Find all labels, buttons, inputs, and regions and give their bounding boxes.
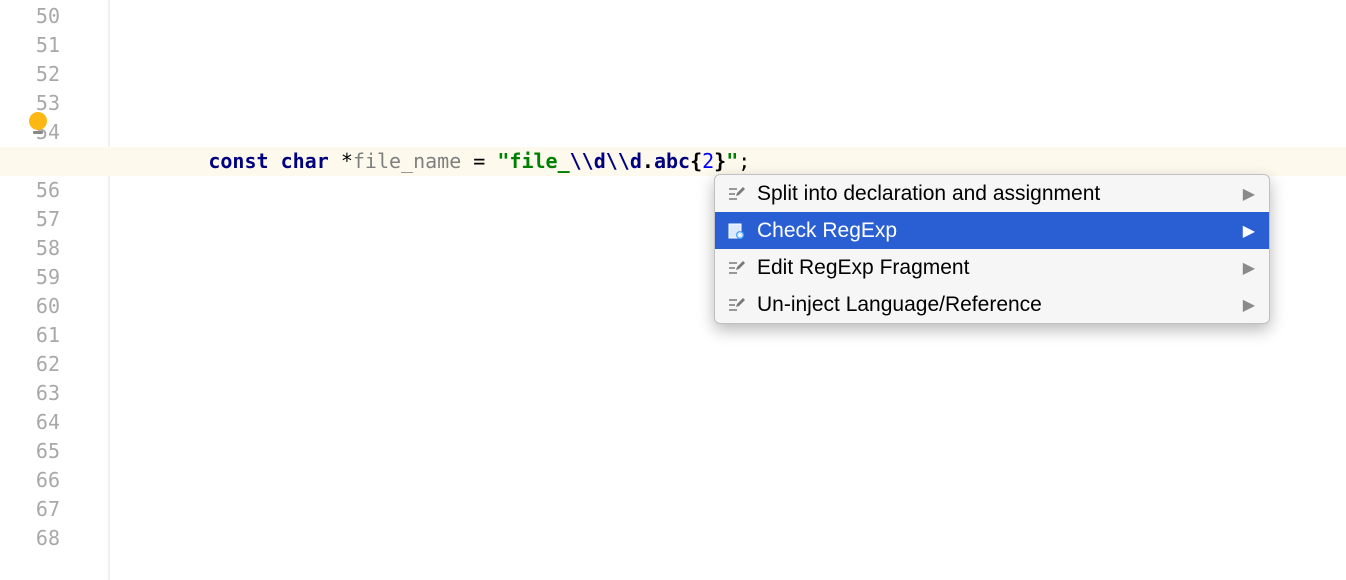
edit-pencil-icon [725,183,747,205]
intention-bulb-icon[interactable] [28,112,48,136]
semicolon: ; [738,149,750,173]
regexp-icon [725,220,747,242]
submenu-arrow-icon: ▶ [1243,295,1255,315]
menu-item-label: Edit RegExp Fragment [757,256,1235,280]
string-open-quote: " [497,149,509,173]
code-line[interactable] [82,60,1346,89]
submenu-arrow-icon: ▶ [1243,221,1255,241]
menu-item-edit-regexp-fragment[interactable]: Edit RegExp Fragment ▶ [715,249,1269,286]
intention-actions-popup: Split into declaration and assignment▶Ch… [714,174,1270,324]
submenu-arrow-icon: ▶ [1243,258,1255,278]
edit-pencil-icon [725,257,747,279]
submenu-arrow-icon: ▶ [1243,184,1255,204]
code-line[interactable] [82,437,1346,466]
code-line[interactable] [82,495,1346,524]
line-number: 58 [0,234,60,263]
keyword-char: char [281,149,329,173]
line-gutter: 50515253545556575859606162636465666768 [0,0,82,580]
line-number: 50 [0,2,60,31]
code-line[interactable] [82,350,1346,379]
line-number: 62 [0,350,60,379]
code-line[interactable] [82,408,1346,437]
edit-pencil-icon [725,294,747,316]
regex-lit: abc [654,149,690,173]
code-line[interactable] [82,379,1346,408]
string-literal: file_ [509,149,569,173]
code-line[interactable] [82,89,1346,118]
equals: = [473,149,485,173]
code-line[interactable] [82,321,1346,350]
menu-item-label: Check RegExp [757,219,1235,243]
line-number: 65 [0,437,60,466]
line-number: 60 [0,292,60,321]
line-number: 68 [0,524,60,553]
line-number: 52 [0,60,60,89]
code-line[interactable] [82,31,1346,60]
menu-item-un-inject-language-reference[interactable]: Un-inject Language/Reference ▶ [715,286,1269,323]
code-line[interactable] [82,2,1346,31]
line-number: 63 [0,379,60,408]
code-line[interactable] [82,524,1346,553]
code-line[interactable] [82,466,1346,495]
menu-item-check-regexp[interactable]: Check RegExp ▶ [715,212,1269,249]
menu-item-split-into-declaration-and-assignment[interactable]: Split into declaration and assignment ▶ [715,175,1269,212]
line-number: 67 [0,495,60,524]
menu-item-label: Split into declaration and assignment [757,182,1235,206]
string-close-quote: " [726,149,738,173]
brace: { [690,149,702,173]
menu-item-label: Un-inject Language/Reference [757,293,1235,317]
line-number: 56 [0,176,60,205]
escape-seq: \\d [570,149,606,173]
line-number: 57 [0,205,60,234]
identifier: file_name [353,149,461,173]
dot: . [642,149,654,173]
line-number: 59 [0,263,60,292]
brace: } [714,149,726,173]
line-number: 66 [0,466,60,495]
escape-seq: \\d [606,149,642,173]
number: 2 [702,149,714,173]
code-line[interactable] [82,118,1346,147]
line-number: 64 [0,408,60,437]
line-number: 61 [0,321,60,350]
star: * [341,149,353,173]
line-number: 51 [0,31,60,60]
keyword-const: const [208,149,268,173]
